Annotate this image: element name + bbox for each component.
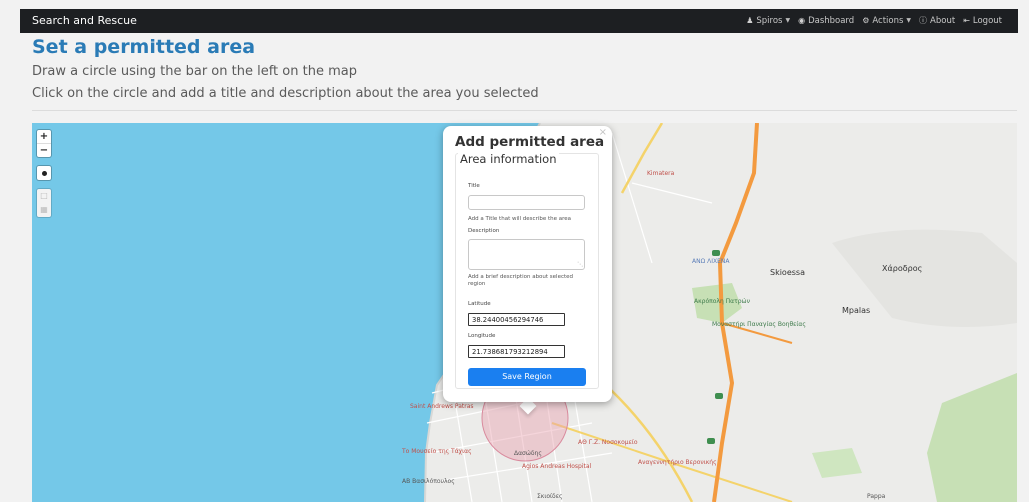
longitude-input[interactable]: 21.738681793212894: [468, 345, 565, 358]
save-region-button[interactable]: Save Region: [468, 368, 586, 386]
draw-circle-button[interactable]: [37, 166, 51, 180]
user-menu[interactable]: ♟ Spiros ▼: [746, 15, 790, 26]
map-label: Mpalas: [842, 306, 871, 315]
actions-menu[interactable]: ⚙ Actions ▼: [862, 15, 911, 26]
map-label: Pappa: [867, 493, 886, 500]
edit-toolbar: □ ▦: [37, 189, 51, 217]
brand-link[interactable]: Search and Rescue: [32, 14, 137, 27]
latitude-input[interactable]: 38.24400456294746: [468, 313, 565, 326]
zoom-control: + −: [37, 130, 51, 157]
dashboard-label: Dashboard: [808, 15, 855, 26]
dashboard-link[interactable]: ◉ Dashboard: [798, 15, 854, 26]
resize-handle-icon[interactable]: ⋱: [577, 262, 583, 268]
title-input[interactable]: [468, 195, 585, 210]
about-label: About: [930, 15, 956, 26]
map-label: Saint Andrews Patras: [410, 403, 474, 410]
road-shield: [707, 438, 715, 444]
area-info-fieldset: Area information Title Add a Title that …: [455, 152, 599, 389]
divider: [32, 110, 1017, 111]
user-icon: ♟: [746, 16, 754, 25]
edit-layers-icon[interactable]: □: [37, 189, 51, 203]
map-label: Το Μουσείο της Τάχιας: [402, 448, 472, 455]
instruction-draw: Draw a circle using the bar on the left …: [32, 64, 357, 79]
description-help: Add a brief description about selected r…: [468, 274, 574, 287]
latitude-label: Latitude: [468, 301, 491, 307]
road-shield: [712, 250, 720, 256]
instruction-describe: Click on the circle and add a title and …: [32, 86, 539, 101]
map-label: Χάροδρος: [882, 264, 923, 273]
road-shield: [715, 393, 723, 399]
about-link[interactable]: ⓘ About: [919, 15, 955, 26]
dashboard-icon: ◉: [798, 16, 806, 25]
top-navbar: Search and Rescue ♟ Spiros ▼ ◉ Dashboard…: [20, 9, 1018, 33]
map-label: Ακρόπολη Πατρών: [694, 298, 750, 305]
logout-icon: ⇤: [963, 16, 970, 25]
actions-label: Actions: [872, 15, 904, 26]
map-label: Skioessa: [770, 268, 805, 277]
map-label: ΑΝΩ ΛΙΧΕΝΑ: [692, 258, 730, 265]
map-label: Δασώδης: [514, 450, 542, 457]
title-label: Title: [468, 183, 480, 189]
user-name: Spiros: [756, 15, 783, 26]
logout-link[interactable]: ⇤ Logout: [963, 15, 1002, 26]
nav-menu: ♟ Spiros ▼ ◉ Dashboard ⚙ Actions ▼ ⓘ Abo…: [746, 15, 1002, 26]
info-icon: ⓘ: [919, 16, 928, 25]
main-road: [620, 123, 664, 194]
gears-icon: ⚙: [862, 16, 870, 25]
park-area: [812, 448, 862, 478]
zoom-in-button[interactable]: +: [37, 130, 51, 143]
map-label: Αναγεννητήριο Βερονικής: [638, 459, 717, 466]
popup-title: Add permitted area: [455, 134, 605, 150]
longitude-label: Longitude: [468, 333, 496, 339]
chevron-down-icon: ▼: [906, 17, 912, 24]
zoom-out-button[interactable]: −: [37, 143, 51, 157]
trash-icon[interactable]: ▦: [37, 203, 51, 217]
fieldset-legend: Area information: [458, 152, 559, 166]
title-help: Add a Title that will describe the area: [468, 216, 572, 222]
logout-label: Logout: [972, 15, 1002, 26]
map-label: Σκιοίδες: [537, 493, 563, 500]
park-area: [927, 373, 1017, 502]
map-label: AB Βασιλόπουλος: [402, 478, 455, 485]
chevron-down-icon: ▼: [785, 17, 791, 24]
add-area-popup: × Add permitted area Area information Ti…: [443, 126, 612, 402]
map-label: Kimatera: [647, 170, 675, 177]
description-textarea[interactable]: ⋱: [468, 239, 585, 270]
map-label: Μοναστήρι Παναγίας Βοηθείας: [712, 321, 806, 328]
description-label: Description: [468, 228, 500, 234]
circle-marker-icon: [41, 170, 47, 176]
map-label: ΑΘ Γ.Ζ. Νοσοκομείο: [578, 439, 638, 446]
map-label: Agios Andreas Hospital: [522, 463, 592, 470]
page-title: Set a permitted area: [32, 36, 256, 58]
